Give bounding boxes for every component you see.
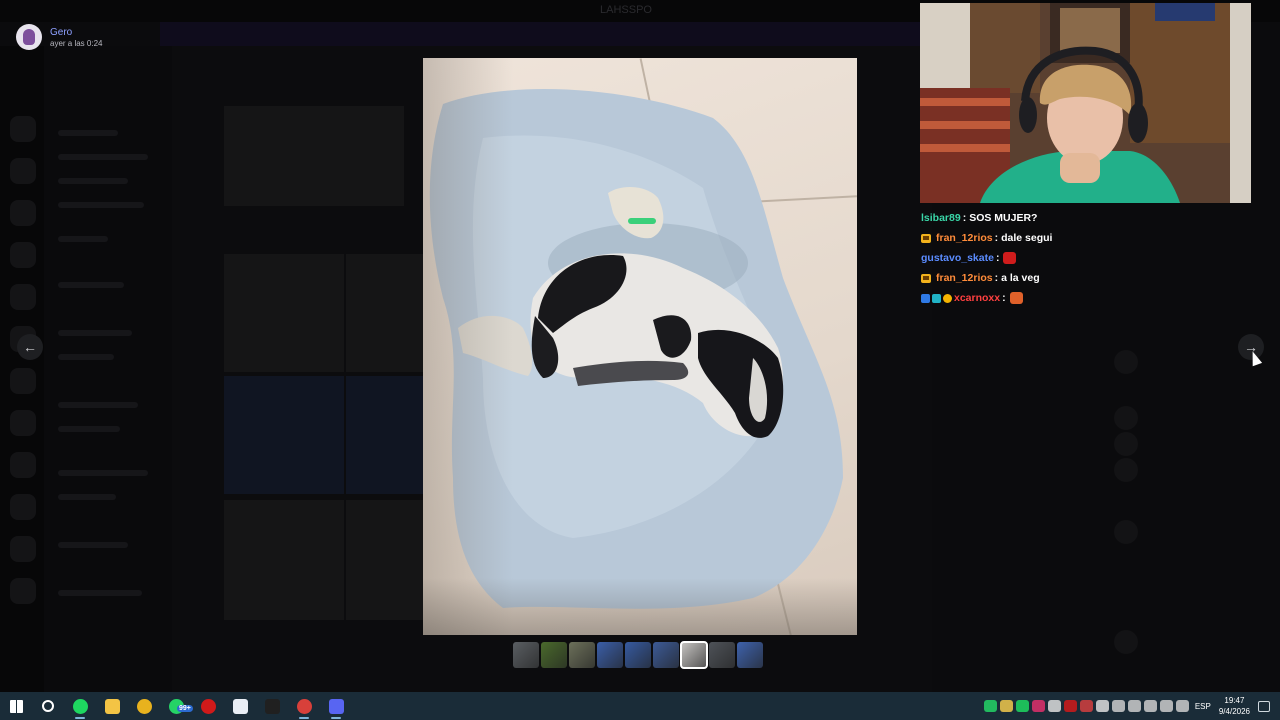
stream-chat-message: gustavo_skate: — [921, 248, 1121, 268]
chrome-icon — [136, 698, 152, 714]
tray-app-icon[interactable] — [1128, 700, 1142, 712]
avatar[interactable] — [16, 24, 42, 50]
webcam-feed-illustration — [920, 3, 1251, 203]
clock-date: 9/4/2026 — [1218, 707, 1250, 716]
search-taskbar-button[interactable] — [32, 692, 64, 720]
chrome-alt-taskbar-button[interactable] — [288, 692, 320, 720]
tray-app-icon[interactable] — [1064, 700, 1078, 712]
chat-username: fran_12rios — [936, 272, 993, 284]
record-icon — [200, 698, 216, 714]
spotify-icon — [72, 698, 88, 714]
message-timestamp: ayer a las 0:24 — [50, 38, 103, 48]
media-viewer-header: Gero ayer a las 0:24 — [16, 24, 102, 50]
expanded-image — [423, 58, 857, 635]
chrome-alt-icon — [296, 698, 312, 714]
chrome-taskbar-button[interactable] — [128, 692, 160, 720]
stream-chat-message: fran_12rios: dale segui — [921, 228, 1121, 248]
tray-app-icon[interactable] — [1096, 700, 1110, 712]
store-taskbar-button[interactable] — [224, 692, 256, 720]
gold-badge-icon — [943, 293, 952, 303]
search-icon — [42, 700, 54, 712]
spotify-taskbar-button[interactable] — [64, 692, 96, 720]
chat-emote-icon — [1003, 252, 1017, 264]
thumbnail-strip — [513, 641, 763, 669]
store-icon — [232, 698, 248, 714]
windows-taskbar: 99+ ESP 19:47 9/4/2026 — [0, 692, 1280, 720]
discord-taskbar-button[interactable] — [320, 692, 352, 720]
chat-separator: : — [962, 212, 967, 224]
chat-separator: : — [994, 272, 999, 284]
crown-badge-icon — [921, 273, 931, 283]
thumbnail-9[interactable] — [737, 642, 763, 668]
chat-text: a la veg — [1001, 272, 1040, 284]
member-list — [1100, 200, 1280, 690]
tray-app-icon[interactable] — [1176, 700, 1190, 712]
chat-username: fran_12rios — [936, 232, 993, 244]
windows-start-taskbar-button[interactable] — [0, 692, 32, 720]
file-explorer-taskbar-button[interactable] — [96, 692, 128, 720]
tray-app-icon[interactable] — [1000, 700, 1014, 712]
thumbnail-6[interactable] — [653, 642, 679, 668]
record-taskbar-button[interactable] — [192, 692, 224, 720]
teal-badge-icon — [932, 293, 941, 303]
chat-separator: : — [995, 252, 1000, 264]
tray-app-icon[interactable] — [984, 700, 998, 712]
stream-chat-message: lsibar89: SOS MUJER? — [921, 208, 1121, 228]
notice-banner — [160, 22, 920, 46]
chat-text: dale segui — [1001, 232, 1053, 244]
stream-chat-message: fran_12rios: a la veg — [921, 268, 1121, 288]
file-explorer-icon — [104, 698, 120, 714]
stream-chat-overlay: lsibar89: SOS MUJER? fran_12rios: dale segu… — [921, 208, 1121, 308]
author-name[interactable]: Gero — [50, 27, 102, 38]
chat-separator: : — [994, 232, 999, 244]
channel-list — [44, 46, 172, 692]
thumbnail-5[interactable] — [625, 642, 651, 668]
tray-app-icon[interactable] — [1048, 700, 1062, 712]
whatsapp-taskbar-button[interactable]: 99+ — [160, 692, 193, 720]
chat-username: lsibar89 — [921, 212, 961, 224]
thumbnail-3[interactable] — [569, 642, 595, 668]
arrow-left-icon: ← — [23, 339, 37, 355]
thumbnail-1[interactable] — [513, 642, 539, 668]
tray-app-icon[interactable] — [1080, 700, 1094, 712]
tray-app-icon[interactable] — [1160, 700, 1174, 712]
clock-time: 19:47 — [1224, 696, 1245, 705]
server-list — [0, 46, 44, 692]
language-indicator[interactable]: ESP — [1195, 702, 1211, 711]
stream-chat-message: xcarnoxx: — [921, 288, 1121, 308]
tray-app-icon[interactable] — [1032, 700, 1046, 712]
thumbnail-8[interactable] — [709, 642, 735, 668]
tray-app-icon[interactable] — [1112, 700, 1126, 712]
unread-count-badge: 99+ — [177, 705, 193, 712]
webcam-overlay — [920, 3, 1251, 203]
chat-username: xcarnoxx — [954, 292, 1001, 304]
chat-separator: : — [1002, 292, 1006, 304]
thumbnail-7[interactable] — [680, 641, 708, 669]
tray-app-icon[interactable] — [1016, 700, 1030, 712]
chat-text: SOS MUJER? — [969, 212, 1038, 224]
tray-app-icon[interactable] — [1144, 700, 1158, 712]
previous-image-button[interactable]: ← — [17, 334, 43, 360]
obs-icon — [264, 698, 280, 714]
windows-start-icon — [9, 699, 23, 713]
notification-center-icon[interactable] — [1258, 700, 1270, 712]
thumbnail-4[interactable] — [597, 642, 623, 668]
blue-badge-icon — [921, 293, 930, 303]
thumbnail-2[interactable] — [541, 642, 567, 668]
chat-emote-icon — [1009, 292, 1023, 304]
system-clock[interactable]: 19:47 9/4/2026 — [1219, 695, 1250, 717]
system-tray: ESP 19:47 9/4/2026 — [983, 692, 1280, 720]
obs-taskbar-button[interactable] — [256, 692, 288, 720]
crown-badge-icon — [921, 233, 931, 243]
discord-icon — [328, 698, 344, 714]
chat-username: gustavo_skate — [921, 252, 994, 264]
window-title: LAHSSPO — [600, 4, 652, 16]
